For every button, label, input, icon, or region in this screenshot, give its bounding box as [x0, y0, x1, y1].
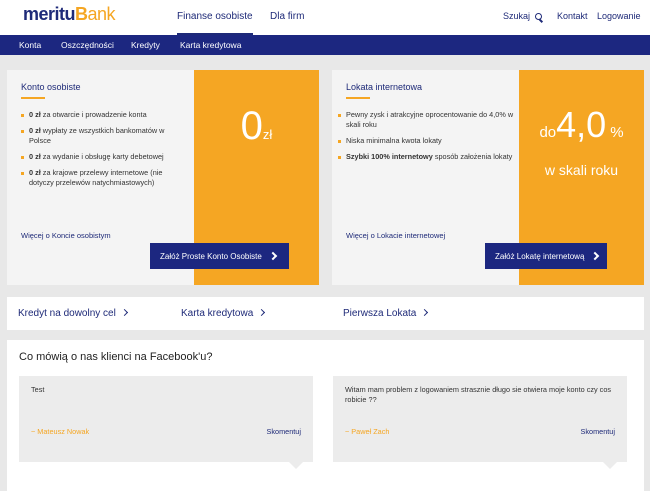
search-icon	[535, 13, 543, 20]
quick-links: Kredyt na dowolny cel Karta kredytowa Pi…	[7, 297, 644, 330]
list-item: Pewny zysk i atrakcyjne oprocentowanie d…	[338, 110, 516, 130]
price-unit: zł	[262, 127, 273, 142]
rate-prefix: do	[539, 124, 557, 141]
rate-suffix: w skali roku	[544, 162, 619, 178]
title-underline	[346, 97, 370, 99]
comment-author: ~ Paweł Zach	[345, 427, 390, 436]
deposit-card: Lokata internetowa Pewny zysk i atrakcyj…	[332, 70, 644, 285]
deposit-more-link[interactable]: Więcej o Lokacie internetowej	[346, 231, 445, 240]
quick-link-credit-card[interactable]: Karta kredytowa	[181, 308, 266, 319]
chevron-right-icon	[258, 308, 266, 317]
list-item: Niska minimalna kwota lokaty	[338, 136, 516, 146]
open-account-label: Załóż Proste Konto Osobiste	[160, 251, 262, 261]
chevron-right-icon	[421, 308, 429, 317]
facebook-comment: Test ~ Mateusz Nowak Skomentuj	[19, 376, 313, 469]
deposit-benefits-list: Pewny zysk i atrakcyjne oprocentowanie d…	[338, 110, 516, 168]
subnav-loans[interactable]: Kredyty	[131, 40, 160, 50]
comment-author: ~ Mateusz Nowak	[31, 427, 90, 436]
top-bar: merituBank Finanse osobiste Dla firm Szu…	[0, 0, 650, 35]
open-account-button[interactable]: Załóż Proste Konto Osobiste	[150, 243, 289, 269]
deposit-card-title: Lokata internetowa	[346, 82, 423, 92]
deposit-rate: do4,0%	[519, 104, 644, 146]
comment-text: Test	[31, 385, 45, 394]
chevron-right-icon	[591, 251, 600, 261]
speech-bubble-tail	[603, 462, 617, 469]
comment-reply-link[interactable]: Skomentuj	[581, 427, 615, 436]
facebook-section-title: Co mówią o nas klienci na Facebook'u?	[19, 351, 213, 363]
title-underline	[21, 97, 45, 99]
quick-link-label: Kredyt na dowolny cel	[18, 308, 116, 319]
quick-link-label: Karta kredytowa	[181, 308, 254, 319]
list-item: 0 zł wypłaty ze wszystkich bankomatów w …	[21, 126, 181, 146]
rate-value: 4,0	[556, 104, 607, 145]
price-value: 0	[240, 104, 263, 148]
comment-text: Witam mam problem z logowaniem strasznie…	[345, 385, 612, 404]
list-item: 0 zł za wydanie i obsługę karty debetowe…	[21, 152, 181, 162]
quick-link-label: Pierwsza Lokata	[343, 308, 417, 319]
quick-link-first-deposit[interactable]: Pierwsza Lokata	[343, 308, 429, 319]
list-item: Szybki 100% internetowy sposób założenia…	[338, 152, 516, 162]
subnav-savings[interactable]: Oszczędności	[61, 40, 114, 50]
search-label: Szukaj	[503, 11, 531, 21]
account-benefits-list: 0 zł za otwarcie i prowadzenie konta 0 z…	[21, 110, 181, 194]
contact-link[interactable]: Kontakt	[557, 11, 588, 21]
quick-link-loan[interactable]: Kredyt na dowolny cel	[18, 308, 128, 319]
chevron-right-icon	[268, 251, 278, 261]
speech-bubble-tail	[289, 462, 303, 469]
search-button[interactable]: Szukaj	[503, 11, 543, 21]
sub-navigation: Konta Oszczędności Kredyty Karta kredyto…	[0, 35, 650, 55]
open-deposit-button[interactable]: Załóż Lokatę internetową	[485, 243, 607, 269]
open-deposit-label: Załóż Lokatę internetową	[495, 251, 585, 261]
nav-business[interactable]: Dla firm	[270, 11, 304, 22]
account-card: Konto osobiste 0 zł za otwarcie i prowad…	[7, 70, 319, 285]
list-item: 0 zł za krajowe przelewy internetowe (ni…	[21, 168, 181, 188]
logo[interactable]: merituBank	[23, 4, 116, 25]
comment-reply-link[interactable]: Skomentuj	[267, 427, 301, 436]
account-more-link[interactable]: Więcej o Koncie osobistym	[21, 231, 111, 240]
facebook-section: Co mówią o nas klienci na Facebook'u? Te…	[7, 340, 644, 491]
account-card-title: Konto osobiste	[21, 82, 81, 92]
subnav-credit-card[interactable]: Karta kredytowa	[180, 40, 241, 50]
rate-unit: %	[610, 124, 624, 141]
subnav-accounts[interactable]: Konta	[19, 40, 41, 50]
facebook-comment: Witam mam problem z logowaniem strasznie…	[333, 376, 627, 469]
chevron-right-icon	[120, 308, 128, 317]
login-link[interactable]: Logowanie	[597, 11, 641, 21]
nav-personal-finance[interactable]: Finanse osobiste	[177, 11, 253, 35]
account-price: 0zł	[194, 104, 319, 149]
list-item: 0 zł za otwarcie i prowadzenie konta	[21, 110, 181, 120]
